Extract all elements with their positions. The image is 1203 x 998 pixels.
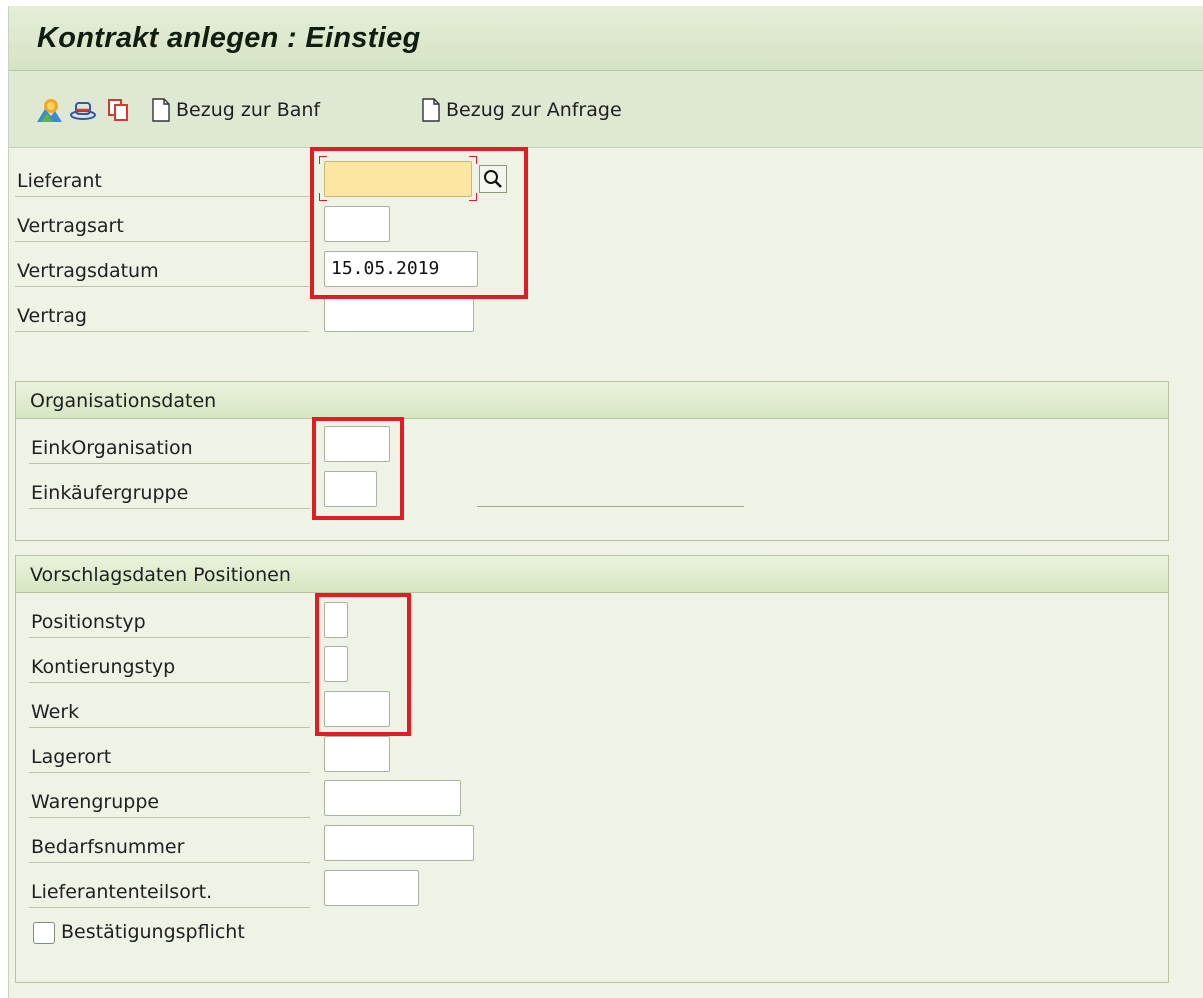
bezug-banf-label: Bezug zur Banf: [176, 99, 321, 121]
bezug-anfrage-button[interactable]: Bezug zur Anfrage: [422, 95, 622, 125]
werk-label: Werk: [29, 695, 310, 728]
page-title: Kontrakt anlegen : Einstieg: [37, 22, 421, 54]
copy-icon[interactable]: [105, 96, 133, 124]
highlight-box-positions: [315, 593, 411, 736]
lieferant-label: Lieferant: [15, 164, 309, 197]
bezug-banf-button[interactable]: Bezug zur Banf: [152, 95, 320, 125]
bezug-anfrage-label: Bezug zur Anfrage: [446, 99, 622, 121]
einkaeufergruppe-description: [477, 506, 744, 507]
warengruppe-label: Warengruppe: [29, 785, 310, 818]
bestaetigungspflicht-label: Bestätigungspflicht: [61, 921, 245, 943]
positionstyp-label: Positionstyp: [29, 605, 310, 638]
document-icon: [152, 98, 170, 122]
lagerort-input[interactable]: [324, 736, 390, 772]
lagerort-label: Lagerort: [29, 740, 310, 773]
einkaeufergruppe-label: Einkäufergruppe: [29, 476, 310, 509]
vertrag-label: Vertrag: [15, 299, 309, 332]
application-toolbar: Bezug zur Banf Bezug zur Anfrage: [9, 71, 1203, 148]
kontierungstyp-label: Kontierungstyp: [29, 650, 310, 683]
bedarfsnummer-input[interactable]: [324, 825, 474, 861]
document-icon: [422, 98, 440, 122]
lieferantenteilsort-label: Lieferantenteilsort.: [29, 875, 310, 908]
pos-group-title: Vorschlagsdaten Positionen: [16, 556, 1168, 593]
bestaetigungspflicht-checkbox[interactable]: [33, 922, 55, 944]
org-group-title: Organisationsdaten: [16, 382, 1168, 419]
sun-landscape-icon[interactable]: [35, 96, 63, 124]
highlight-box-header: [310, 147, 528, 299]
vertragsdatum-label: Vertragsdatum: [15, 254, 309, 287]
lieferantenteilsort-input[interactable]: [324, 870, 419, 906]
hat-icon[interactable]: [69, 96, 97, 124]
warengruppe-input[interactable]: [324, 780, 461, 816]
title-bar: Kontrakt anlegen : Einstieg: [9, 6, 1203, 71]
eink-org-label: EinkOrganisation: [29, 431, 310, 464]
vertrag-input[interactable]: [324, 296, 474, 332]
highlight-box-org: [312, 417, 404, 520]
bedarfsnummer-label: Bedarfsnummer: [29, 830, 310, 863]
main-window: Kontrakt anlegen : Einstieg Bezug zur Ba…: [8, 6, 1203, 998]
vertragsart-label: Vertragsart: [15, 209, 309, 242]
